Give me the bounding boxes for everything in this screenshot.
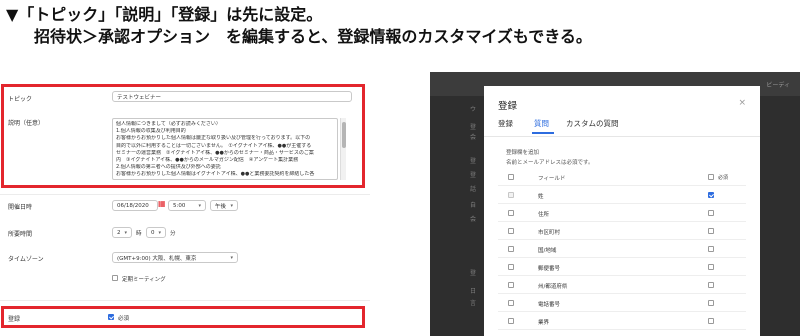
divider bbox=[0, 194, 370, 195]
dialog-title: 登録 bbox=[498, 101, 518, 112]
field-row: 電話番号 bbox=[498, 294, 746, 312]
active-tab-indicator bbox=[532, 132, 554, 134]
field-row: 州/都道府県 bbox=[498, 276, 746, 294]
side-text: 登 bbox=[470, 124, 477, 131]
field-include-checkbox[interactable] bbox=[508, 282, 514, 288]
required-all-checkbox[interactable] bbox=[708, 174, 714, 180]
calendar-icon[interactable]: ▦ bbox=[158, 199, 166, 208]
field-column-header: フィールド bbox=[538, 176, 566, 182]
timezone-value: (GMT+9:00) 大阪、札幌、東京 bbox=[117, 255, 197, 262]
field-row: 郵便番号 bbox=[498, 258, 746, 276]
field-required-checkbox[interactable] bbox=[708, 246, 714, 252]
tab-divider bbox=[484, 136, 760, 137]
chevron-down-icon: ▾ bbox=[230, 254, 233, 261]
close-icon[interactable]: × bbox=[738, 98, 746, 108]
time-select[interactable]: 5:00 ▾ bbox=[168, 200, 206, 211]
recurring-checkbox[interactable] bbox=[112, 275, 118, 281]
field-required-checkbox[interactable] bbox=[708, 228, 714, 234]
field-row: 国/地域 bbox=[498, 240, 746, 258]
field-include-checkbox[interactable] bbox=[508, 210, 514, 216]
duration-minutes-select[interactable]: 0 ▾ bbox=[146, 227, 166, 238]
chevron-down-icon: ▾ bbox=[158, 229, 161, 236]
field-name: 市区町村 bbox=[538, 230, 561, 236]
tab-custom-questions[interactable]: カスタムの質問 bbox=[566, 118, 619, 129]
required-column-header: 必須 bbox=[718, 175, 729, 181]
side-text: ウ bbox=[470, 106, 477, 113]
add-fields-heading: 登録欄を追加 bbox=[506, 150, 540, 156]
field-row: 会社名／学校名 bbox=[498, 330, 746, 336]
select-all-checkbox[interactable] bbox=[508, 174, 514, 180]
field-include-checkbox[interactable] bbox=[508, 264, 514, 270]
tab-registration[interactable]: 登録 bbox=[498, 118, 513, 129]
field-include-checkbox bbox=[508, 192, 514, 198]
field-name: 郵便番号 bbox=[538, 266, 561, 272]
side-text: 日 bbox=[470, 288, 477, 295]
highlight-topic-description bbox=[1, 84, 365, 188]
field-name: 業界 bbox=[538, 320, 550, 326]
field-row: 市区町村 bbox=[498, 222, 746, 240]
side-text: 会 bbox=[470, 134, 477, 141]
duration-hours-value: 2 bbox=[117, 229, 121, 236]
side-text: 会 bbox=[470, 216, 477, 223]
webinar-settings-form: トピック テストウェビナー 説明（任意） 個人情報につきまして（必ずお読みくださ… bbox=[0, 82, 370, 336]
field-name: 州/都道府県 bbox=[538, 284, 568, 290]
headline-line-2: 招待状＞承認オプション を編集すると、登録情報のカスタマイズもできる。 bbox=[34, 27, 592, 46]
field-required-checkbox[interactable] bbox=[708, 192, 714, 198]
highlight-registration bbox=[1, 306, 365, 328]
top-right-text: ビーディ bbox=[766, 82, 790, 89]
date-input[interactable]: 06/18/2020 bbox=[112, 200, 158, 211]
duration-minutes-value: 0 bbox=[151, 229, 155, 236]
chevron-down-icon: ▾ bbox=[124, 229, 127, 236]
side-text: 話 bbox=[470, 186, 477, 193]
duration-label: 所要時間 bbox=[8, 231, 33, 238]
field-required-checkbox[interactable] bbox=[708, 300, 714, 306]
hours-unit: 時 bbox=[136, 231, 142, 237]
field-required-checkbox[interactable] bbox=[708, 318, 714, 324]
time-value: 5:00 bbox=[173, 202, 186, 209]
field-required-checkbox[interactable] bbox=[708, 210, 714, 216]
field-include-checkbox[interactable] bbox=[508, 318, 514, 324]
duration-hours-select[interactable]: 2 ▾ bbox=[112, 227, 132, 238]
chevron-down-icon: ▾ bbox=[230, 202, 233, 209]
divider bbox=[0, 300, 370, 301]
side-text: 登 bbox=[470, 270, 477, 277]
field-required-checkbox[interactable] bbox=[708, 264, 714, 270]
registration-dialog: 登録 × 登録 質問 カスタムの質問 登録欄を追加 名前とメールアドレスは必須で… bbox=[484, 86, 760, 336]
date-value: 06/18/2020 bbox=[117, 202, 149, 209]
recurring-label: 定期ミーティング bbox=[122, 277, 166, 283]
timezone-select[interactable]: (GMT+9:00) 大阪、札幌、東京 ▾ bbox=[112, 252, 238, 263]
side-text: 自 bbox=[470, 202, 477, 209]
field-include-checkbox[interactable] bbox=[508, 246, 514, 252]
field-row: 姓 bbox=[498, 186, 746, 204]
timezone-label: タイムゾーン bbox=[8, 256, 44, 263]
minutes-unit: 分 bbox=[170, 231, 176, 237]
instruction-headline: ▼「トピック」「説明」「登録」は先に設定。 招待状＞承認オプション を編集すると… bbox=[6, 4, 796, 48]
side-text: 登 bbox=[470, 172, 477, 179]
side-text: 言 bbox=[470, 300, 477, 307]
tab-questions[interactable]: 質問 bbox=[534, 118, 549, 129]
chevron-down-icon: ▾ bbox=[198, 202, 201, 209]
ampm-select[interactable]: 午後 ▾ bbox=[210, 200, 238, 211]
required-note: 名前とメールアドレスは必須です。 bbox=[506, 160, 594, 166]
field-name: 住所 bbox=[538, 212, 550, 218]
field-include-checkbox[interactable] bbox=[508, 228, 514, 234]
field-row: 業界 bbox=[498, 312, 746, 330]
ampm-value: 午後 bbox=[215, 203, 227, 210]
fields-table-header: フィールド 必須 bbox=[498, 168, 746, 186]
field-row: 住所 bbox=[498, 204, 746, 222]
field-include-checkbox[interactable] bbox=[508, 300, 514, 306]
field-name: 国/地域 bbox=[538, 248, 557, 254]
field-name: 電話番号 bbox=[538, 302, 561, 308]
side-text: 登 bbox=[470, 158, 477, 165]
field-name: 姓 bbox=[538, 194, 544, 200]
field-required-checkbox[interactable] bbox=[708, 282, 714, 288]
datetime-label: 開催日時 bbox=[8, 204, 33, 211]
headline-line-1: ▼「トピック」「説明」「登録」は先に設定。 bbox=[6, 5, 323, 24]
